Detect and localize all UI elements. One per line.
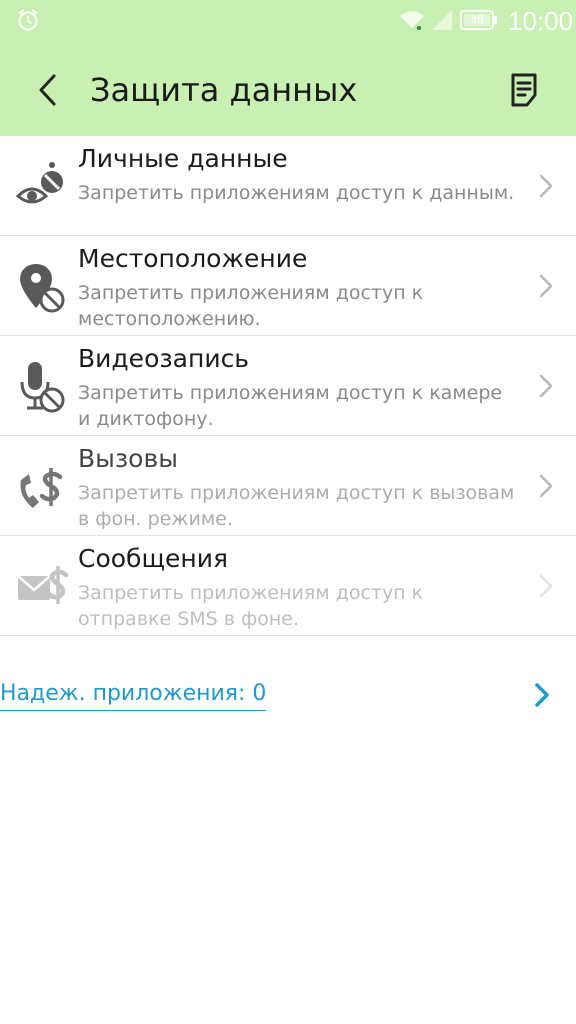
status-time: 10:00 [508,6,574,36]
chevron-right-icon [539,474,553,498]
trusted-apps-link[interactable]: Надеж. приложения: 0 [0,678,267,711]
chevron-right-icon [539,374,553,398]
sms-cost-icon [17,566,69,604]
item-title: Сообщения [78,544,229,573]
item-description: Запретить приложениям доступ к местополо… [78,282,424,330]
item-title: Вызовы [78,444,178,473]
permission-list: Личные данные Запретить приложениям дост… [0,136,576,636]
chevron-right-icon[interactable] [530,678,554,712]
list-item-location[interactable]: Местоположение Запретить приложениям дос… [0,236,576,336]
item-title: Видеозапись [78,344,250,373]
microphone-block-icon [20,362,65,413]
list-item-video-recording[interactable]: Видеозапись Запретить приложениям доступ… [0,336,576,436]
privacy-eye-icon [15,162,63,204]
wifi-icon [400,11,424,30]
chevron-right-icon [539,574,553,598]
status-bar: 38 10:00 [0,0,576,42]
item-title: Местоположение [78,244,308,273]
item-description: Запретить приложениям доступ к вызовам в… [78,482,515,530]
notes-icon[interactable] [502,68,546,112]
alarm-icon [18,9,38,31]
signal-icon [432,10,452,30]
battery-level: 38 [470,13,484,26]
app-header: 38 10:00 Защита данных [0,0,576,136]
call-cost-icon [20,468,63,508]
item-description: Запретить приложениям доступ к камере и … [78,382,503,430]
list-item-messages[interactable]: Сообщения Запретить приложениям доступ к… [0,536,576,636]
item-title: Личные данные [78,144,288,173]
location-block-icon [20,264,65,313]
list-item-personal-data[interactable]: Личные данные Запретить приложениям дост… [0,136,576,236]
page-title: Защита данных [90,71,358,109]
chevron-right-icon [539,274,553,298]
item-description: Запретить приложениям доступ к данным. [78,182,515,204]
back-arrow-icon[interactable] [28,68,68,112]
item-description: Запретить приложениям доступ к отправке … [78,582,424,630]
list-item-calls[interactable]: Вызовы Запретить приложениям доступ к вы… [0,436,576,536]
chevron-right-icon [539,174,553,198]
